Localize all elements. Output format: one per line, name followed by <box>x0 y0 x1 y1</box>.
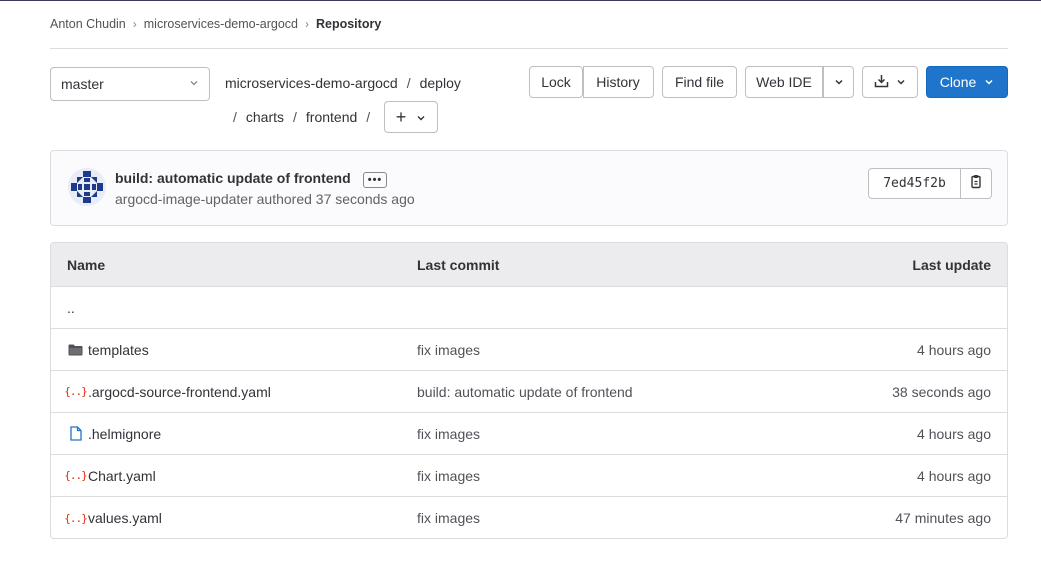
breadcrumb-item-project[interactable]: microservices-demo-argocd <box>144 17 298 31</box>
yaml-file-icon: {..} <box>64 469 88 482</box>
file-name[interactable]: .helmignore <box>88 426 161 442</box>
toggle-commit-description-button[interactable]: ••• <box>363 172 387 188</box>
row-last-commit[interactable]: build: automatic update of frontend <box>417 384 817 400</box>
breadcrumb-item-current[interactable]: Repository <box>316 17 381 31</box>
column-header-name: Name <box>67 256 106 273</box>
copy-sha-button[interactable] <box>960 168 992 199</box>
commit-title[interactable]: build: automatic update of frontend <box>115 170 351 186</box>
table-row[interactable]: {..} Chart.yaml fix images 4 hours ago <box>51 455 1007 497</box>
file-name[interactable]: Chart.yaml <box>88 468 156 484</box>
find-file-button[interactable]: Find file <box>662 66 737 98</box>
chevron-down-icon <box>984 74 994 90</box>
path-segment-deploy[interactable]: deploy <box>420 75 461 91</box>
row-last-update: 4 hours ago <box>917 467 991 484</box>
web-ide-button[interactable]: Web IDE <box>745 66 823 98</box>
table-row[interactable]: {..} values.yaml fix images 47 minutes a… <box>51 497 1007 538</box>
yaml-file-icon: {..} <box>64 511 88 525</box>
download-button[interactable] <box>862 66 918 98</box>
path-segment-frontend[interactable]: frontend <box>306 109 357 125</box>
web-ide-dropdown-button[interactable] <box>823 66 854 98</box>
file-name[interactable]: values.yaml <box>88 510 162 526</box>
history-button[interactable]: History <box>583 66 654 98</box>
row-last-update: 4 hours ago <box>917 341 991 358</box>
path-segment-charts[interactable]: charts <box>246 109 284 125</box>
commit-meta: argocd-image-updater authored 37 seconds… <box>115 191 415 207</box>
table-header: Name Last commit Last update <box>51 243 1007 287</box>
row-last-commit[interactable]: fix images <box>417 426 817 442</box>
chevron-down-icon <box>189 78 199 91</box>
path-root[interactable]: microservices-demo-argocd <box>225 75 398 91</box>
file-icon <box>67 426 84 441</box>
breadcrumb-separator: › <box>304 17 309 31</box>
table-row[interactable]: .helmignore fix images 4 hours ago <box>51 413 1007 455</box>
column-header-last-update: Last update <box>912 256 991 273</box>
add-to-tree-button[interactable]: + <box>384 101 438 133</box>
breadcrumb-item-user[interactable]: Anton Chudin <box>50 17 126 31</box>
clone-button[interactable]: Clone <box>926 66 1008 98</box>
yaml-file-icon: {..} <box>64 385 88 398</box>
row-last-commit[interactable]: fix images <box>417 342 817 358</box>
row-last-update: 4 hours ago <box>917 425 991 442</box>
folder-icon <box>67 344 84 356</box>
plus-icon: + <box>395 106 407 127</box>
row-last-commit[interactable]: fix images <box>417 468 817 484</box>
column-header-last-commit: Last commit <box>417 256 500 273</box>
file-name[interactable]: .argocd-source-frontend.yaml <box>88 384 271 400</box>
table-row-parent[interactable]: .. <box>51 287 1007 329</box>
row-last-update: 47 minutes ago <box>895 510 991 526</box>
breadcrumb: Anton Chudin › microservices-demo-argocd… <box>50 17 381 31</box>
file-tree-table: Name Last commit Last update .. template… <box>50 242 1008 539</box>
copy-icon <box>969 174 983 193</box>
clone-label: Clone <box>939 74 977 90</box>
table-row[interactable]: templates fix images 4 hours ago <box>51 329 1007 371</box>
file-name[interactable]: templates <box>88 342 149 358</box>
row-last-commit[interactable]: fix images <box>417 510 817 526</box>
lock-button[interactable]: Lock <box>529 66 583 98</box>
download-icon <box>874 74 889 91</box>
branch-selector[interactable]: master <box>50 67 210 101</box>
last-commit-panel: build: automatic update of frontend ••• … <box>50 150 1008 226</box>
branch-name: master <box>61 76 104 92</box>
parent-directory-link[interactable]: .. <box>51 300 417 316</box>
table-row[interactable]: {..} .argocd-source-frontend.yaml build:… <box>51 371 1007 413</box>
row-last-update: 38 seconds ago <box>892 383 991 400</box>
avatar[interactable] <box>68 168 106 206</box>
chevron-down-icon <box>834 74 844 90</box>
divider <box>50 48 1008 49</box>
commit-sha[interactable]: 7ed45f2b <box>868 168 961 199</box>
breadcrumb-separator: › <box>132 17 137 31</box>
chevron-down-icon <box>896 74 906 90</box>
chevron-down-icon <box>416 107 426 128</box>
